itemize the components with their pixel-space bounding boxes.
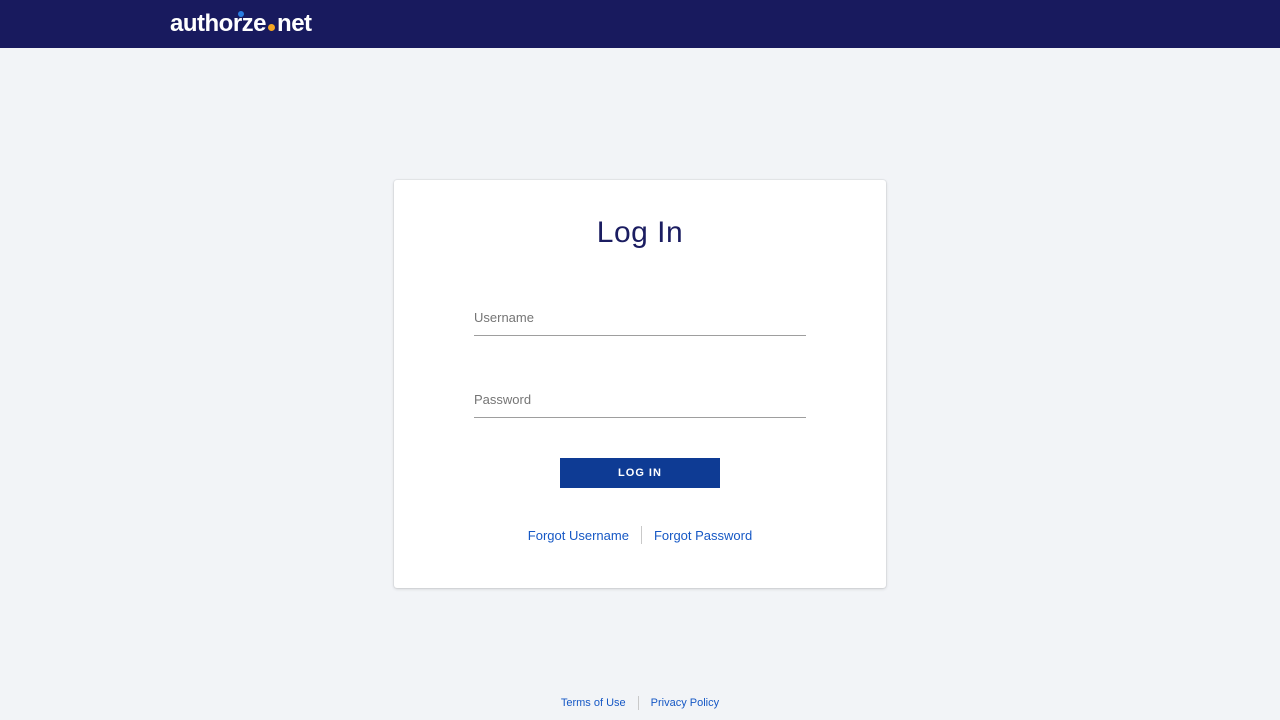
login-button[interactable]: LOG IN: [560, 458, 720, 488]
brand-logo: authorzenet: [170, 10, 312, 38]
forgot-links-row: Forgot Username Forgot Password: [528, 526, 752, 544]
forgot-username-link[interactable]: Forgot Username: [528, 528, 629, 543]
header-bar: authorzenet: [0, 0, 1280, 48]
brand-text-3: net: [277, 10, 312, 38]
username-field-wrap: [474, 302, 806, 336]
username-input[interactable]: [474, 302, 806, 336]
login-card: Log In LOG IN Forgot Username Forgot Pas…: [394, 180, 886, 588]
terms-of-use-link[interactable]: Terms of Use: [561, 697, 626, 709]
page-title: Log In: [597, 216, 683, 250]
divider-icon: [641, 526, 642, 544]
forgot-password-link[interactable]: Forgot Password: [654, 528, 752, 543]
password-input[interactable]: [474, 384, 806, 418]
password-field-wrap: [474, 384, 806, 418]
divider-icon: [638, 696, 639, 710]
logo-dot-blue-icon: [238, 11, 244, 17]
logo-dot-orange-icon: [268, 24, 275, 31]
brand-text-1: author: [170, 10, 242, 38]
footer: Terms of Use Privacy Policy: [0, 696, 1280, 710]
brand-text-2: ze: [242, 10, 266, 38]
privacy-policy-link[interactable]: Privacy Policy: [651, 697, 719, 709]
